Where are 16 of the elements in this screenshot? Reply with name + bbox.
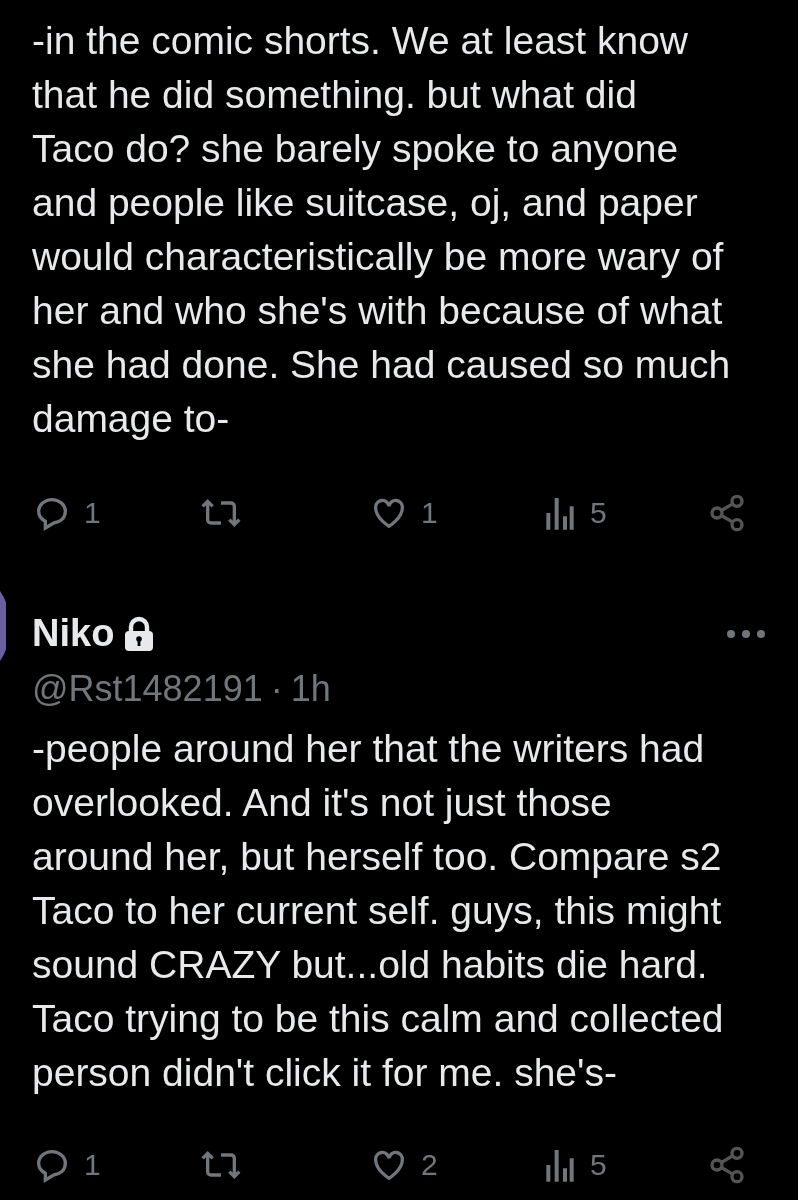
display-name: Niko: [32, 611, 115, 656]
user-handle: @Rst1482191: [32, 667, 263, 711]
reply-count: 1: [84, 1147, 101, 1183]
more-icon[interactable]: [726, 628, 766, 639]
like-count: 2: [421, 1147, 438, 1183]
like-count: 1: [421, 495, 438, 531]
share-icon[interactable]: [707, 492, 747, 533]
view-count: 5: [590, 495, 607, 531]
post-text: -people around her that the writers had overlooked. And it's not just those around her, but herself too. Compare s2 Taco to her current self. guys, this might sound CRAZY but...old habits die hard. Taco trying to be this calm and collected person didn't click it for me. she's-: [32, 726, 725, 1096]
avatar[interactable]: [0, 591, 6, 661]
separator-dot: ·: [270, 667, 283, 711]
share-icon[interactable]: [707, 1144, 747, 1185]
view-count: 5: [590, 1147, 607, 1183]
post-time: 1h: [290, 667, 331, 711]
reply-count: 1: [84, 495, 101, 531]
post-text: -in the comic shorts. We at least know that he did something. but what did Taco do? she barely spoke to anyone and people like suitcase, oj, and paper would characteristically be more wary of her and who she's with because of what she had done. She had caused so much damage to-: [32, 18, 732, 442]
